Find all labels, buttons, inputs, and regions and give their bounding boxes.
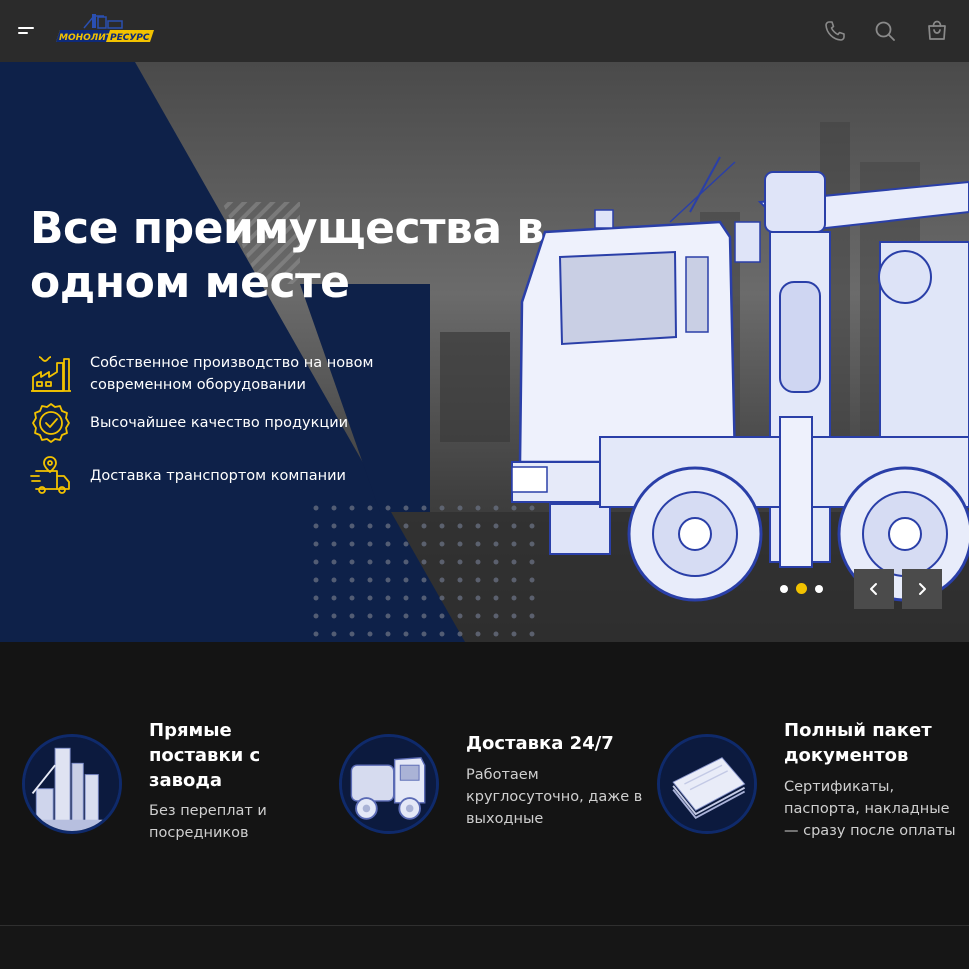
benefits-section: Прямые поставки с завода Без переплат и …: [0, 642, 969, 925]
benefit-desc: Работаем круглосуточно, даже в выходные: [466, 767, 643, 827]
hero-slider: Все преимущества в одном месте Собственн…: [0, 62, 969, 642]
factory-image: [22, 734, 122, 834]
hero-feature-text: Собственное производство на новом соврем…: [90, 355, 374, 393]
hero-feature-text: Высочайшее качество продукции: [90, 415, 349, 431]
hero-feature: Доставка транспортом компании: [30, 455, 390, 497]
slider-dot-active[interactable]: [796, 583, 807, 594]
menu-icon[interactable]: [18, 24, 36, 38]
hero-feature-text: Доставка транспортом компании: [90, 468, 346, 484]
quality-badge-icon: [30, 402, 72, 444]
chevron-left-icon: [870, 583, 877, 595]
slider-dots: [780, 583, 831, 594]
site-header: МОНОЛИТ РЕСУРС: [0, 0, 969, 62]
benefit-title: Прямые поставки с завода: [149, 720, 261, 791]
slider-next-button[interactable]: [902, 569, 942, 609]
hero-feature: Собственное производство на новом соврем…: [30, 352, 390, 396]
logo[interactable]: МОНОЛИТ РЕСУРС: [54, 12, 158, 46]
footer: [0, 926, 969, 969]
benefit-desc: Сертификаты, паспорта, накладные — сразу…: [784, 779, 956, 839]
delivery-truck-icon: [30, 455, 72, 497]
benefit-title: Доставка 24/7: [466, 733, 614, 754]
slider-dot[interactable]: [780, 584, 788, 593]
logo-text-1: МОНОЛИТ: [59, 33, 113, 43]
benefit-title: Полный пакет документов: [784, 720, 932, 766]
cart-icon[interactable]: [925, 19, 949, 43]
slider-dot[interactable]: [815, 584, 823, 593]
logo-text-2: РЕСУРС: [110, 33, 150, 43]
factory-icon: [30, 353, 72, 395]
phone-icon[interactable]: [823, 19, 847, 43]
menu-icon-line: [18, 27, 34, 29]
chevron-right-icon: [919, 583, 926, 595]
truck-image: [339, 734, 439, 834]
slider-prev-button[interactable]: [854, 569, 894, 609]
search-icon[interactable]: [873, 19, 897, 43]
hero-feature: Высочайшее качество продукции: [30, 402, 390, 444]
documents-image: [657, 734, 757, 834]
menu-icon-line: [18, 32, 28, 34]
hero-title: Все преимущества в одном месте: [30, 203, 544, 308]
benefit-desc: Без переплат и посредников: [149, 803, 267, 841]
logo-image: МОНОЛИТ РЕСУРС: [56, 14, 154, 43]
